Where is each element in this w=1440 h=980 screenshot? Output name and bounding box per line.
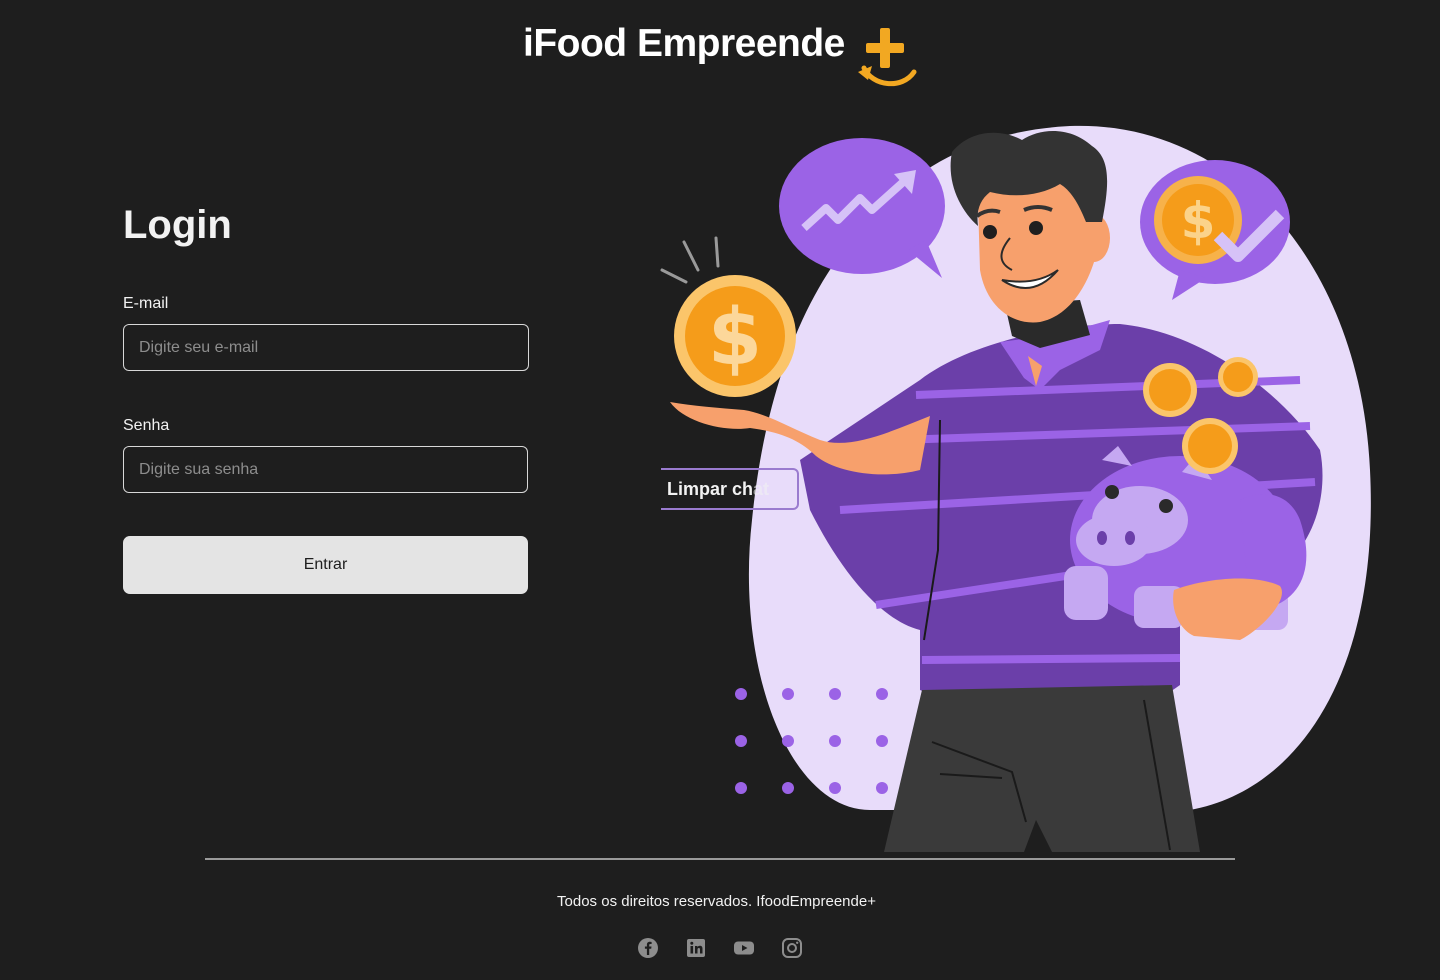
clear-chat-button[interactable]: Limpar ch at (661, 468, 799, 510)
instagram-icon[interactable] (780, 936, 804, 960)
floating-coin: $ (674, 275, 796, 397)
brand-header: iFood Empreende (523, 20, 923, 92)
footer-divider (205, 858, 1235, 860)
copyright-text: Todos os direitos reservados. IfoodEmpre… (557, 893, 876, 910)
svg-text:$: $ (708, 293, 762, 383)
login-submit-button[interactable]: Entrar (123, 536, 528, 594)
password-input[interactable] (123, 446, 528, 493)
password-label: Senha (123, 417, 170, 434)
clear-chat-label: Limpar ch (667, 478, 754, 499)
trend-bubble (779, 138, 945, 278)
login-title: Login (123, 203, 232, 247)
svg-text:$: $ (1181, 192, 1216, 250)
plus-logo-icon (858, 28, 917, 87)
brand-name: iFood Empreende (523, 22, 845, 65)
email-label: E-mail (123, 295, 169, 312)
youtube-icon[interactable] (732, 936, 756, 960)
social-links (636, 936, 804, 960)
email-input[interactable] (123, 324, 529, 371)
clear-chat-label-faded: at (753, 478, 770, 499)
facebook-icon[interactable] (636, 936, 660, 960)
linkedin-icon[interactable] (684, 936, 708, 960)
